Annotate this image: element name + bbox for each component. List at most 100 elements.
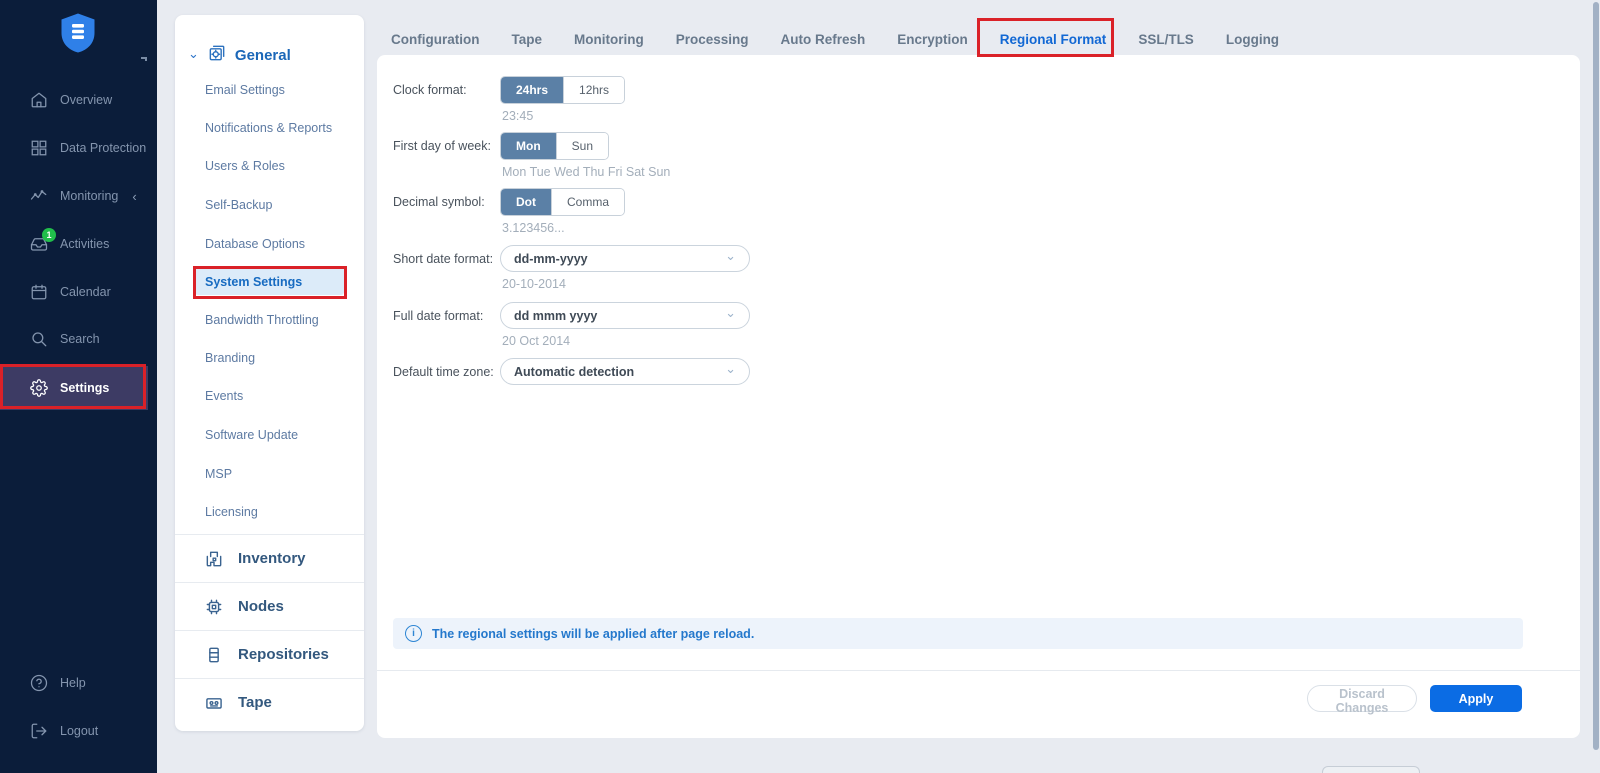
nav-item-notifications-reports[interactable]: Notifications & Reports	[175, 118, 364, 138]
nav-item-software-update[interactable]: Software Update	[175, 425, 364, 445]
collapse-corner-icon[interactable]	[141, 57, 147, 61]
sidebar-item-label: Search	[60, 332, 100, 346]
time-zone-label: Default time zone:	[393, 358, 500, 386]
tab-monitoring[interactable]: Monitoring	[574, 32, 644, 47]
tab-logging[interactable]: Logging	[1226, 32, 1279, 47]
settings-nav-section-repositories[interactable]: Repositories	[175, 630, 364, 678]
clock-format-24hrs-button[interactable]: 24hrs	[500, 76, 564, 104]
sidebar-item-activities[interactable]: 1 Activities	[0, 230, 157, 258]
short-date-example: 20-10-2014	[502, 277, 750, 291]
app-logo-shield-icon[interactable]	[60, 12, 96, 59]
form-row-time-zone: Default time zone: Automatic detection ⌄	[393, 358, 750, 386]
sidebar-item-label: Activities	[60, 237, 109, 251]
nav-item-bandwidth-throttling[interactable]: Bandwidth Throttling	[175, 310, 364, 330]
form-row-full-date: Full date format: dd mmm yyyy ⌄ 20 Oct 2…	[393, 302, 750, 348]
nav-item-email-settings[interactable]: Email Settings	[175, 80, 364, 100]
inbox-icon: 1	[30, 235, 48, 253]
sidebar-item-data-protection[interactable]: Data Protection	[0, 134, 157, 162]
chevron-down-icon[interactable]: ⌄	[188, 49, 199, 59]
chevron-down-icon: ⌄	[725, 364, 736, 374]
decimal-comma-button[interactable]: Comma	[551, 189, 624, 215]
sidebar-item-label: Settings	[60, 381, 109, 395]
tape-icon	[204, 693, 224, 713]
section-label: Tape	[238, 694, 272, 711]
settings-nav-section-label: General	[235, 47, 291, 64]
discard-changes-button[interactable]: Discard Changes	[1307, 685, 1417, 712]
sidebar-item-calendar[interactable]: Calendar	[0, 278, 157, 306]
activities-count-badge: 1	[42, 228, 56, 242]
nav-item-events[interactable]: Events	[175, 386, 364, 406]
help-circle-icon	[30, 674, 48, 692]
search-icon	[30, 330, 48, 348]
time-zone-value: Automatic detection	[514, 365, 634, 379]
sidebar-item-settings[interactable]: Settings	[0, 366, 148, 410]
nav-item-msp[interactable]: MSP	[175, 464, 364, 484]
form-row-clock-format: Clock format: 24hrs 12hrs 23:45	[393, 76, 625, 123]
first-day-sun-button[interactable]: Sun	[556, 133, 608, 159]
clock-format-12hrs-button[interactable]: 12hrs	[563, 77, 624, 103]
time-zone-select[interactable]: Automatic detection ⌄	[500, 358, 750, 385]
full-date-label: Full date format:	[393, 302, 500, 330]
settings-nav-panel: ⌄ General Email Settings Notifications &…	[175, 15, 364, 731]
full-date-select[interactable]: dd mmm yyyy ⌄	[500, 302, 750, 329]
sidebar-item-overview[interactable]: Overview	[0, 86, 157, 114]
first-day-label: First day of week:	[393, 132, 500, 160]
sidebar-item-label: Data Protection	[60, 141, 146, 155]
short-date-select[interactable]: dd-mm-yyyy ⌄	[500, 245, 750, 272]
apply-button[interactable]: Apply	[1430, 685, 1522, 712]
clock-format-label: Clock format:	[393, 76, 500, 104]
tab-tape[interactable]: Tape	[511, 32, 542, 47]
decimal-dot-button[interactable]: Dot	[500, 188, 552, 216]
sidebar-item-search[interactable]: Search	[0, 325, 157, 353]
left-sidebar: Overview Data Protection Monitoring ‹ 1 …	[0, 0, 157, 773]
sidebar-item-monitoring[interactable]: Monitoring ‹	[0, 182, 157, 210]
bottom-peek-element	[1322, 766, 1420, 773]
settings-nav-section-nodes[interactable]: Nodes	[175, 582, 364, 630]
info-banner: i The regional settings will be applied …	[393, 618, 1523, 649]
logout-icon	[30, 722, 48, 740]
sidebar-item-label: Calendar	[60, 285, 111, 299]
nav-item-licensing[interactable]: Licensing	[175, 502, 364, 522]
tab-auto-refresh[interactable]: Auto Refresh	[781, 32, 866, 47]
decimal-symbol-label: Decimal symbol:	[393, 188, 500, 216]
clock-format-example: 23:45	[502, 109, 625, 123]
decimal-symbol-toggle: Dot Comma	[500, 188, 625, 216]
chevron-left-icon[interactable]: ‹	[132, 189, 136, 204]
info-icon: i	[405, 625, 422, 642]
info-message: The regional settings will be applied af…	[432, 627, 754, 641]
form-row-first-day: First day of week: Mon Sun Mon Tue Wed T…	[393, 132, 670, 179]
section-label: Inventory	[238, 550, 306, 567]
general-settings-icon	[207, 43, 227, 68]
tab-ssl-tls[interactable]: SSL/TLS	[1138, 32, 1194, 47]
form-row-short-date: Short date format: dd-mm-yyyy ⌄ 20-10-20…	[393, 245, 750, 291]
nav-item-system-settings[interactable]: System Settings	[175, 272, 364, 292]
first-day-mon-button[interactable]: Mon	[500, 132, 557, 160]
settings-nav-section-inventory[interactable]: Inventory	[175, 534, 364, 582]
tab-encryption[interactable]: Encryption	[897, 32, 968, 47]
nav-item-branding[interactable]: Branding	[175, 348, 364, 368]
nodes-icon	[204, 597, 224, 617]
sidebar-item-logout[interactable]: Logout	[0, 717, 157, 745]
regional-format-panel: Clock format: 24hrs 12hrs 23:45 First da…	[377, 55, 1580, 738]
full-date-example: 20 Oct 2014	[502, 334, 750, 348]
nav-item-self-backup[interactable]: Self-Backup	[175, 195, 364, 215]
page-scrollbar[interactable]	[1593, 2, 1599, 750]
nav-item-users-roles[interactable]: Users & Roles	[175, 156, 364, 176]
nav-item-database-options[interactable]: Database Options	[175, 234, 364, 254]
settings-nav-section-tape[interactable]: Tape	[175, 678, 364, 726]
inventory-icon	[204, 549, 224, 569]
settings-tab-bar: Configuration Tape Monitoring Processing…	[391, 24, 1279, 54]
clock-format-toggle: 24hrs 12hrs	[500, 76, 625, 104]
sidebar-item-help[interactable]: Help	[0, 669, 157, 697]
short-date-value: dd-mm-yyyy	[514, 252, 588, 266]
home-icon	[30, 91, 48, 109]
grid-icon	[30, 139, 48, 157]
tab-processing[interactable]: Processing	[676, 32, 749, 47]
decimal-symbol-example: 3.123456...	[502, 221, 625, 235]
tab-configuration[interactable]: Configuration	[391, 32, 479, 47]
short-date-label: Short date format:	[393, 245, 500, 273]
section-label: Nodes	[238, 598, 284, 615]
settings-nav-section-general[interactable]: ⌄ General	[188, 43, 291, 68]
tab-regional-format[interactable]: Regional Format	[1000, 32, 1107, 47]
calendar-icon	[30, 283, 48, 301]
